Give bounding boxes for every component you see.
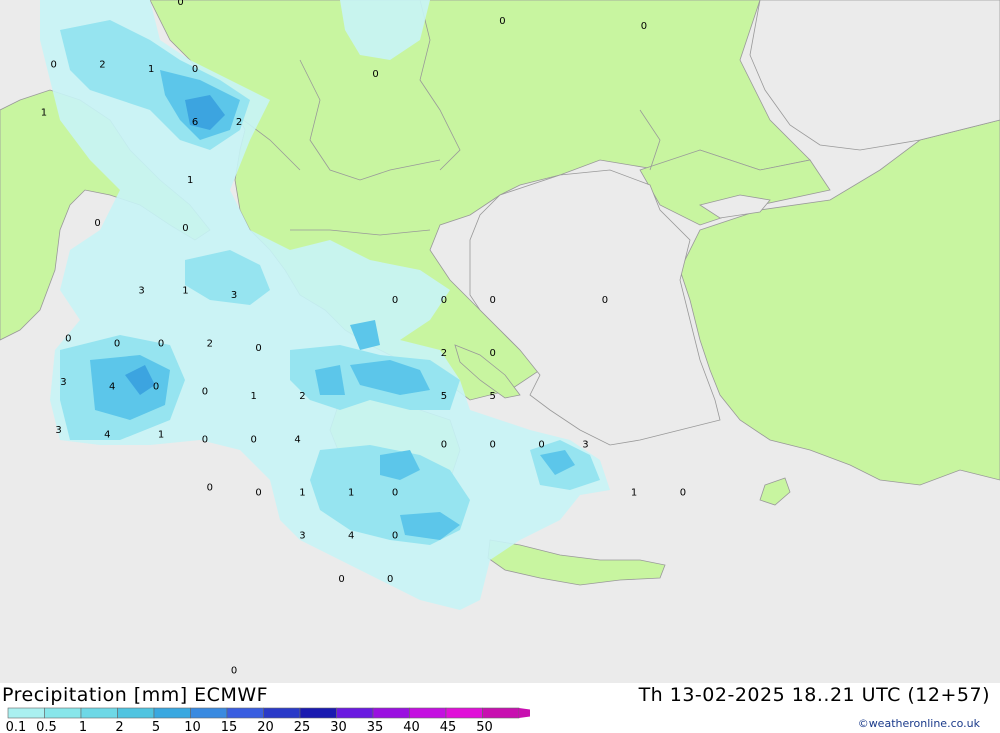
legend-tick-label: 15 bbox=[221, 720, 238, 733]
precip-value-label: 0 bbox=[153, 382, 159, 393]
precip-value-label: 0 bbox=[538, 439, 544, 450]
precip-value-label: 0 bbox=[602, 295, 608, 306]
map-canvas: 0 0 0 0 2 1 0 0 1 6 2 1 0 0 3 1 3 0 0 0 0 0 0 0 2 0 2 0 3 4 0 0 1 2 5 5 3 4 1 0… bbox=[0, 0, 1000, 683]
precip-value-label: 0 bbox=[177, 0, 183, 8]
precip-value-label: 0 bbox=[392, 531, 398, 542]
precip-value-label: 2 bbox=[441, 348, 447, 359]
legend-tick-label: 30 bbox=[330, 720, 347, 733]
precip-value-label: 0 bbox=[94, 218, 100, 229]
legend-tick-label: 1 bbox=[79, 720, 87, 733]
precip-value-label: 1 bbox=[182, 285, 188, 296]
precip-value-label: 0 bbox=[192, 64, 198, 75]
precip-value-label: 1 bbox=[187, 175, 193, 186]
legend-tick-label: 35 bbox=[367, 720, 384, 733]
legend-swatches bbox=[7, 707, 530, 719]
precip-value-label: 0 bbox=[490, 348, 496, 359]
precip-value-label: 3 bbox=[231, 290, 237, 301]
precip-value-label: 0 bbox=[441, 439, 447, 450]
precip-value-label: 1 bbox=[148, 64, 154, 75]
precip-value-label: 0 bbox=[392, 295, 398, 306]
legend-tick-label: 25 bbox=[294, 720, 311, 733]
legend-swatch bbox=[482, 707, 520, 719]
legend-swatch bbox=[409, 707, 447, 719]
precipitation-map[interactable]: 0 0 0 0 2 1 0 0 1 6 2 1 0 0 3 1 3 0 0 0 0 0 0 0 2 0 2 0 3 4 0 0 1 2 5 5 3 4 1 0… bbox=[0, 0, 1000, 683]
precip-value-label: 5 bbox=[490, 391, 496, 402]
legend-swatch bbox=[190, 707, 228, 719]
legend-swatch bbox=[372, 707, 410, 719]
legend-swatch bbox=[7, 707, 45, 719]
precip-value-label: 0 bbox=[372, 69, 378, 80]
precip-value-label: 1 bbox=[631, 487, 637, 498]
legend-swatch bbox=[80, 707, 118, 719]
precip-value-label: 0 bbox=[114, 338, 120, 349]
precip-value-label: 2 bbox=[236, 117, 242, 128]
precip-value-label: 0 bbox=[255, 343, 261, 354]
legend-swatch bbox=[226, 707, 264, 719]
precip-value-label: 4 bbox=[294, 435, 300, 446]
legend-tick-label: 45 bbox=[440, 720, 457, 733]
precip-value-label: 0 bbox=[65, 334, 71, 345]
precip-value-label: 0 bbox=[182, 223, 188, 234]
precip-value-label: 0 bbox=[490, 295, 496, 306]
precip-value-label: 4 bbox=[348, 531, 354, 542]
legend-tick-label: 0.5 bbox=[36, 720, 57, 733]
precip-area-heavy-8 bbox=[315, 365, 345, 395]
precip-value-label: 0 bbox=[202, 386, 208, 397]
precip-value-label: 0 bbox=[641, 21, 647, 32]
legend-tick-label: 5 bbox=[152, 720, 160, 733]
precip-value-label: 0 bbox=[680, 487, 686, 498]
legend-tick-label: 2 bbox=[115, 720, 123, 733]
map-title: Precipitation [mm] ECMWF bbox=[2, 684, 269, 706]
precip-value-label: 3 bbox=[138, 285, 144, 296]
precip-value-label: 0 bbox=[338, 574, 344, 585]
precip-value-label: 0 bbox=[392, 487, 398, 498]
precip-value-label: 0 bbox=[255, 487, 261, 498]
precip-value-label: 1 bbox=[348, 487, 354, 498]
legend-swatch bbox=[299, 707, 337, 719]
precip-value-label: 0 bbox=[490, 439, 496, 450]
precip-value-label: 4 bbox=[109, 382, 115, 393]
legend-overflow-arrow bbox=[519, 708, 530, 718]
legend-tick-label: 20 bbox=[257, 720, 274, 733]
legend-swatch bbox=[263, 707, 301, 719]
precip-value-label: 0 bbox=[51, 59, 57, 70]
precip-value-label: 1 bbox=[41, 107, 47, 118]
legend-swatch bbox=[153, 707, 191, 719]
precip-value-label: 0 bbox=[207, 483, 213, 494]
legend-labels: 0.1 0.5 1 2 5 10 15 20 25 30 35 40 45 50 bbox=[6, 720, 493, 733]
precip-value-label: 0 bbox=[158, 338, 164, 349]
precip-value-label: 0 bbox=[231, 665, 237, 676]
precip-value-label: 0 bbox=[251, 435, 257, 446]
legend-tick-label: 10 bbox=[184, 720, 201, 733]
precip-value-label: 1 bbox=[158, 430, 164, 441]
precip-value-label: 3 bbox=[60, 377, 66, 388]
precip-value-label: 3 bbox=[582, 439, 588, 450]
precip-value-label: 2 bbox=[299, 391, 305, 402]
precip-value-label: 2 bbox=[207, 338, 213, 349]
precip-value-label: 0 bbox=[202, 435, 208, 446]
precip-value-label: 4 bbox=[104, 430, 110, 441]
precip-value-label: 5 bbox=[441, 391, 447, 402]
legend-tick-label: 0.1 bbox=[6, 720, 27, 733]
precip-value-label: 6 bbox=[192, 117, 198, 128]
legend-swatch bbox=[336, 707, 374, 719]
legend-swatch bbox=[117, 707, 155, 719]
legend-tick-label: 50 bbox=[476, 720, 493, 733]
precip-value-label: 3 bbox=[299, 531, 305, 542]
precip-value-label: 0 bbox=[441, 295, 447, 306]
precip-value-label: 0 bbox=[499, 16, 505, 27]
precip-value-label: 1 bbox=[251, 391, 257, 402]
precip-value-label: 3 bbox=[55, 425, 61, 436]
legend-swatch bbox=[445, 707, 483, 719]
legend-tick-label: 40 bbox=[403, 720, 420, 733]
legend-swatch bbox=[44, 707, 82, 719]
valid-time: Th 13-02-2025 18..21 UTC (12+57) bbox=[638, 684, 990, 706]
color-legend: 0.1 0.5 1 2 5 10 15 20 25 30 35 40 45 50 bbox=[6, 707, 530, 733]
credit-link[interactable]: ©weatheronline.co.uk bbox=[858, 717, 980, 730]
footer: Precipitation [mm] ECMWF Th 13-02-2025 1… bbox=[0, 683, 1000, 733]
precip-value-label: 0 bbox=[387, 574, 393, 585]
precip-value-label: 2 bbox=[99, 59, 105, 70]
precip-value-label: 1 bbox=[299, 487, 305, 498]
